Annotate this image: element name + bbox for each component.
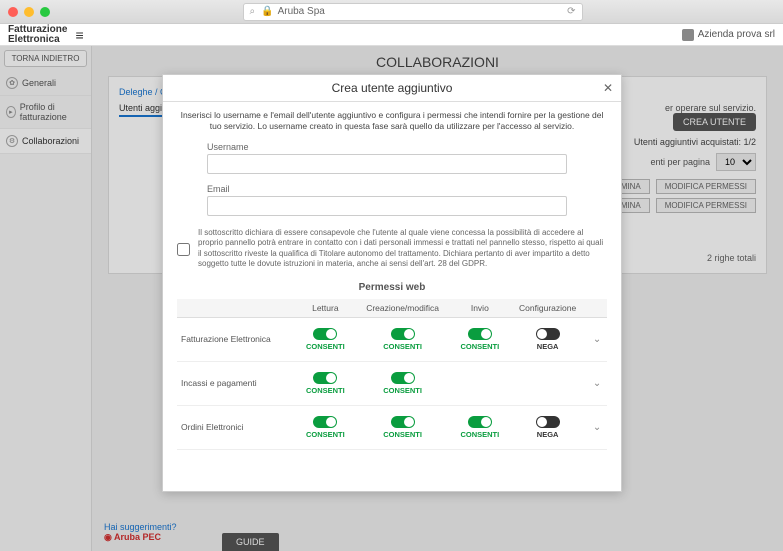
permissions-title: Permessi web xyxy=(177,282,607,293)
lock-icon: 🔒 xyxy=(261,6,273,17)
permission-row: Fatturazione Elettronica CONSENTI CONSENTI… xyxy=(177,317,607,361)
site-name: Aruba Spa xyxy=(278,6,325,17)
permission-row: Ordini Elettronici CONSENTI CONSENTI CONSEN… xyxy=(177,405,607,449)
chevron-down-icon[interactable]: ⌄ xyxy=(593,422,601,433)
modal-header: Crea utente aggiuntivo ✕ xyxy=(163,75,621,102)
modal-intro: Inserisci lo username e l'email dell'ute… xyxy=(177,110,607,132)
user-name: Azienda prova srl xyxy=(698,29,775,40)
permission-toggle[interactable]: CONSENTI xyxy=(306,416,345,439)
username-input[interactable] xyxy=(207,154,567,174)
permission-toggle[interactable]: CONSENTI xyxy=(383,416,422,439)
chevron-down-icon[interactable]: ⌄ xyxy=(593,378,601,389)
email-input[interactable] xyxy=(207,196,567,216)
close-icon[interactable]: ✕ xyxy=(603,81,613,95)
user-icon xyxy=(682,29,694,41)
permission-row-label: Incassi e pagamenti xyxy=(177,361,297,405)
user-menu[interactable]: Azienda prova srl xyxy=(682,29,775,41)
menu-icon[interactable]: ≡ xyxy=(75,27,83,43)
window-titlebar: ⌕ 🔒 Aruba Spa ⟳ xyxy=(0,0,783,24)
disclaimer-checkbox[interactable] xyxy=(177,229,190,270)
refresh-icon[interactable]: ⟳ xyxy=(567,6,575,17)
modal-title: Crea utente aggiuntivo xyxy=(332,81,453,95)
permission-row-label: Ordini Elettronici xyxy=(177,405,297,449)
brand-line1: Fatturazione xyxy=(8,25,67,35)
close-window-icon[interactable] xyxy=(8,7,18,17)
minimize-window-icon[interactable] xyxy=(24,7,34,17)
chevron-down-icon[interactable]: ⌄ xyxy=(593,334,601,345)
disclaimer-text: Il sottoscritto dichiara di essere consa… xyxy=(198,228,607,270)
permissions-table: Lettura Creazione/modifica Invio Configu… xyxy=(177,299,607,450)
permission-toggle[interactable]: CONSENTI xyxy=(383,328,422,351)
permission-row-label: Fatturazione Elettronica xyxy=(177,317,297,361)
col-send: Invio xyxy=(452,299,509,318)
permission-toggle[interactable]: NEGA xyxy=(536,416,560,439)
create-user-modal: Crea utente aggiuntivo ✕ Inserisci lo us… xyxy=(162,74,622,492)
traffic-lights xyxy=(8,7,50,17)
search-icon: ⌕ xyxy=(250,6,256,17)
permission-toggle[interactable]: CONSENTI xyxy=(306,328,345,351)
permission-toggle[interactable]: CONSENTI xyxy=(460,328,499,351)
app-header: Fatturazione Elettronica ≡ Azienda prova… xyxy=(0,24,783,46)
col-read: Lettura xyxy=(297,299,354,318)
username-label: Username xyxy=(207,142,607,152)
permission-toggle[interactable]: CONSENTI xyxy=(460,416,499,439)
brand-line2: Elettronica xyxy=(8,35,67,45)
permission-toggle[interactable]: CONSENTI xyxy=(306,372,345,395)
email-label: Email xyxy=(207,184,607,194)
permission-row: Incassi e pagamenti CONSENTI CONSENTI ⌄ xyxy=(177,361,607,405)
col-config: Configurazione xyxy=(508,299,587,318)
permission-toggle[interactable]: NEGA xyxy=(536,328,560,351)
url-bar[interactable]: ⌕ 🔒 Aruba Spa ⟳ xyxy=(243,3,583,21)
permission-toggle[interactable]: CONSENTI xyxy=(383,372,422,395)
col-create: Creazione/modifica xyxy=(354,299,452,318)
maximize-window-icon[interactable] xyxy=(40,7,50,17)
